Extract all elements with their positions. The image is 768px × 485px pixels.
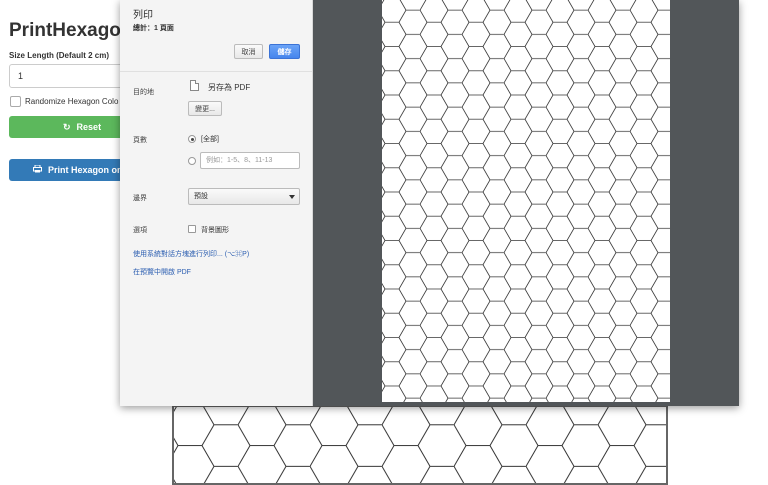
- print-dialog-title: 列印: [133, 10, 153, 21]
- page-title: PrintHexagon: [9, 20, 133, 41]
- cancel-button[interactable]: 取消: [234, 44, 263, 59]
- print-hexagon-label: Print Hexagon on A: [48, 165, 132, 175]
- options-label: 選項: [133, 227, 147, 234]
- randomize-colors-label: Randomize Hexagon Colo: [25, 97, 119, 106]
- hexagon-grid-preview: [382, 0, 670, 402]
- system-dialog-link[interactable]: 使用系統對話方塊進行列印... (⌥⌘P): [133, 249, 249, 259]
- randomize-colors-checkbox[interactable]: [10, 96, 21, 107]
- margins-value: 預設: [194, 193, 208, 200]
- pages-range-input[interactable]: 例如：1-5、8、11-13: [200, 152, 300, 169]
- preview-page: [382, 0, 670, 402]
- print-preview-area: [313, 0, 739, 406]
- print-settings-panel: 列印 總計：1 頁面 取消 儲存 目的地 另存為 PDF 變更... 頁數 [全…: [120, 0, 313, 406]
- margins-select[interactable]: 預設: [188, 188, 300, 205]
- file-icon: [190, 80, 199, 91]
- print-dialog: 列印 總計：1 頁面 取消 儲存 目的地 另存為 PDF 變更... 頁數 [全…: [120, 0, 739, 406]
- pages-custom-radio[interactable]: [188, 157, 196, 165]
- destination-label: 目的地: [133, 89, 154, 96]
- reset-button-label: Reset: [76, 122, 102, 132]
- printer-icon: [33, 164, 42, 175]
- open-pdf-preview-link[interactable]: 在預覽中開啟 PDF: [133, 267, 191, 277]
- chevron-down-icon: [289, 195, 295, 199]
- change-destination-button[interactable]: 變更...: [188, 101, 222, 116]
- refresh-icon: ↻: [63, 121, 71, 132]
- hexagon-grid-canvas: [174, 407, 666, 483]
- save-button[interactable]: 儲存: [269, 44, 300, 59]
- pages-label: 頁數: [133, 137, 147, 144]
- pages-all-radio[interactable]: [188, 135, 196, 143]
- size-length-label: Size Length (Default 2 cm): [9, 51, 110, 60]
- divider: [120, 71, 312, 72]
- hexagon-canvas: [172, 405, 668, 485]
- margins-label: 邊界: [133, 195, 147, 202]
- background-graphics-checkbox[interactable]: [188, 225, 196, 233]
- background-graphics-label: 背景圖形: [201, 227, 229, 234]
- pages-all-label: [全部]: [201, 136, 219, 143]
- page-total: 總計：1 頁面: [133, 25, 174, 32]
- destination-value: 另存為 PDF: [208, 83, 251, 92]
